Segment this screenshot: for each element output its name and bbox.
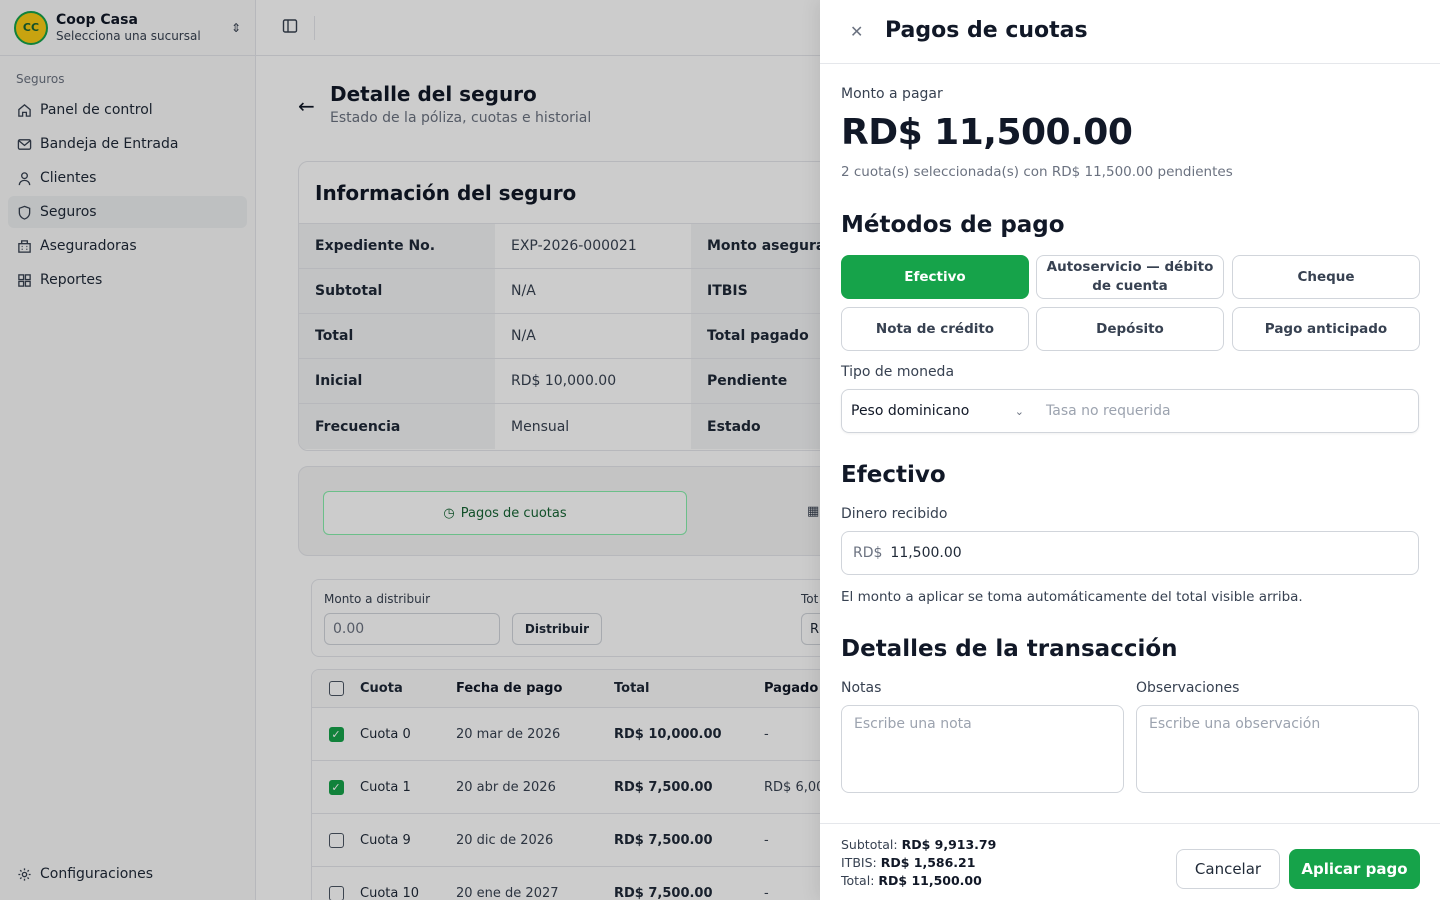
method-credit-note-button[interactable]: Nota de crédito	[841, 307, 1029, 351]
drawer-title: Pagos de cuotas	[885, 18, 1088, 43]
amount-to-pay: RD$ 11,500.00	[841, 112, 1133, 153]
close-icon[interactable]: ✕	[850, 22, 863, 41]
method-advance-button[interactable]: Pago anticipado	[1232, 307, 1420, 351]
subtotal-line: Subtotal: RD$ 9,913.79	[841, 837, 996, 852]
amount-label: Monto a pagar	[841, 86, 943, 102]
method-deposit-button[interactable]: Depósito	[1036, 307, 1224, 351]
chevron-down-icon: ⌄	[1014, 404, 1024, 418]
currency-select[interactable]: Peso dominicano ⌄	[842, 403, 1032, 419]
section-title-methods: Métodos de pago	[841, 212, 1065, 238]
received-input[interactable]: RD$ 11,500.00	[841, 531, 1419, 575]
modal-overlay[interactable]	[0, 0, 820, 900]
currency-prefix: RD$	[853, 545, 883, 561]
drawer-footer: Subtotal: RD$ 9,913.79 ITBIS: RD$ 1,586.…	[820, 823, 1440, 900]
currency-label: Tipo de moneda	[841, 364, 955, 380]
amount-summary: 2 cuota(s) seleccionada(s) con RD$ 11,50…	[841, 164, 1233, 180]
total-line: Total: RD$ 11,500.00	[841, 873, 982, 888]
itbis-line: ITBIS: RD$ 1,586.21	[841, 855, 975, 870]
notes-textarea[interactable]: Escribe una nota	[841, 705, 1124, 793]
notes-label: Notas	[841, 680, 882, 696]
payment-drawer: ✕ Pagos de cuotas Monto a pagar RD$ 11,5…	[820, 0, 1440, 900]
section-title-cash: Efectivo	[841, 462, 946, 488]
help-text: El monto a aplicar se toma automáticamen…	[841, 589, 1303, 605]
total-label: Total:	[841, 873, 875, 888]
received-label: Dinero recibido	[841, 506, 948, 522]
drawer-header: ✕ Pagos de cuotas	[820, 0, 1440, 64]
observations-label: Observaciones	[1136, 680, 1240, 696]
currency-field-group: Peso dominicano ⌄ Tasa no requerida	[841, 389, 1419, 433]
method-check-button[interactable]: Cheque	[1232, 255, 1420, 299]
observations-textarea[interactable]: Escribe una observación	[1136, 705, 1419, 793]
itbis-label: ITBIS:	[841, 855, 877, 870]
total-value: RD$ 11,500.00	[878, 873, 982, 888]
itbis-value: RD$ 1,586.21	[880, 855, 976, 870]
cancel-button[interactable]: Cancelar	[1176, 849, 1280, 889]
currency-value: Peso dominicano	[851, 403, 970, 419]
section-title-details: Detalles de la transacción	[841, 636, 1178, 662]
rate-input[interactable]: Tasa no requerida	[1046, 403, 1171, 419]
subtotal-label: Subtotal:	[841, 837, 898, 852]
method-self-service-button[interactable]: Autoservicio — débito de cuenta	[1036, 255, 1224, 299]
received-value: 11,500.00	[890, 545, 962, 561]
method-cash-button[interactable]: Efectivo	[841, 255, 1029, 299]
subtotal-value: RD$ 9,913.79	[901, 837, 997, 852]
apply-payment-button[interactable]: Aplicar pago	[1289, 849, 1420, 889]
